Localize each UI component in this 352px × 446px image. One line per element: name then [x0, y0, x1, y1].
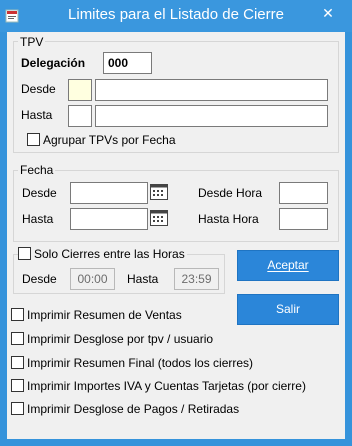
option-importes-iva[interactable]: Imprimir Importes IVA y Cuentas Tarjetas…	[11, 379, 306, 393]
calendar-icon[interactable]	[150, 209, 168, 226]
option-checkbox[interactable]	[11, 356, 24, 369]
fecha-hasta-field[interactable]	[70, 208, 148, 230]
option-label: Imprimir Desglose de Pagos / Retiradas	[27, 402, 240, 416]
salir-button[interactable]: Salir	[237, 294, 339, 325]
fecha-desde-field[interactable]	[70, 182, 148, 204]
tpv-group-label: TPV	[18, 35, 46, 49]
solo-cierres-checkbox[interactable]	[18, 247, 31, 260]
horas-desde-label: Desde	[22, 272, 57, 286]
option-resumen-ventas[interactable]: Imprimir Resumen de Ventas	[11, 308, 182, 322]
option-checkbox[interactable]	[11, 332, 24, 345]
option-label: Imprimir Importes IVA y Cuentas Tarjetas…	[27, 379, 306, 393]
option-resumen-final[interactable]: Imprimir Resumen Final (todos los cierre…	[11, 356, 253, 370]
horas-hasta-field[interactable]: 23:59	[174, 268, 219, 290]
option-checkbox[interactable]	[11, 402, 24, 415]
fecha-hasta-hora-label: Hasta Hora	[198, 212, 259, 226]
tpv-hasta-label: Hasta	[21, 108, 53, 122]
fecha-desde-hora-field[interactable]	[279, 182, 328, 204]
horas-hasta-label: Hasta	[127, 272, 159, 286]
aceptar-label: Aceptar	[267, 258, 309, 272]
fecha-hasta-label: Hasta	[22, 212, 54, 226]
tpv-desde-code-field[interactable]	[68, 79, 92, 101]
solo-cierres-checkbox-row[interactable]: Solo Cierres entre las Horas	[18, 247, 187, 261]
solo-cierres-label: Solo Cierres entre las Horas	[34, 247, 185, 261]
dialog-window: Limites para el Listado de Cierre ✕ TPV …	[0, 0, 352, 446]
salir-label: Salir	[275, 302, 300, 316]
option-checkbox[interactable]	[11, 308, 24, 321]
fecha-hasta-hora-field[interactable]	[279, 208, 328, 230]
fecha-desde-label: Desde	[22, 186, 57, 200]
calendar-icon[interactable]	[150, 183, 168, 200]
agrupar-label: Agrupar TPVs por Fecha	[43, 133, 176, 147]
agrupar-checkbox[interactable]	[27, 133, 40, 146]
close-icon[interactable]: ✕	[316, 2, 340, 24]
fecha-desde-hora-label: Desde Hora	[198, 186, 263, 200]
delegacion-field[interactable]: 000	[103, 52, 152, 74]
option-desglose-pagos[interactable]: Imprimir Desglose de Pagos / Retiradas	[11, 402, 239, 416]
agrupar-checkbox-row[interactable]: Agrupar TPVs por Fecha	[27, 133, 176, 147]
fecha-group-label: Fecha	[18, 163, 56, 177]
window-title: Limites para el Listado de Cierre	[68, 6, 284, 23]
dialog-body: TPV Delegación 000 Desde Hasta Agrupar T…	[7, 32, 345, 439]
delegacion-label: Delegación	[21, 56, 86, 70]
option-checkbox[interactable]	[11, 379, 24, 392]
tpv-hasta-name-field[interactable]	[95, 105, 328, 127]
title-bar: Limites para el Listado de Cierre ✕	[0, 0, 352, 32]
tpv-desde-label: Desde	[21, 82, 56, 96]
option-label: Imprimir Desglose por tpv / usuario	[27, 332, 214, 346]
option-desglose-tpv[interactable]: Imprimir Desglose por tpv / usuario	[11, 332, 213, 346]
aceptar-button[interactable]: Aceptar	[237, 250, 339, 281]
horas-desde-field[interactable]: 00:00	[70, 268, 115, 290]
tpv-hasta-code-field[interactable]	[68, 105, 92, 127]
option-label: Imprimir Resumen Final (todos los cierre…	[27, 356, 254, 370]
option-label: Imprimir Resumen de Ventas	[27, 308, 182, 322]
fecha-group	[13, 170, 339, 242]
tpv-desde-name-field[interactable]	[95, 79, 328, 101]
